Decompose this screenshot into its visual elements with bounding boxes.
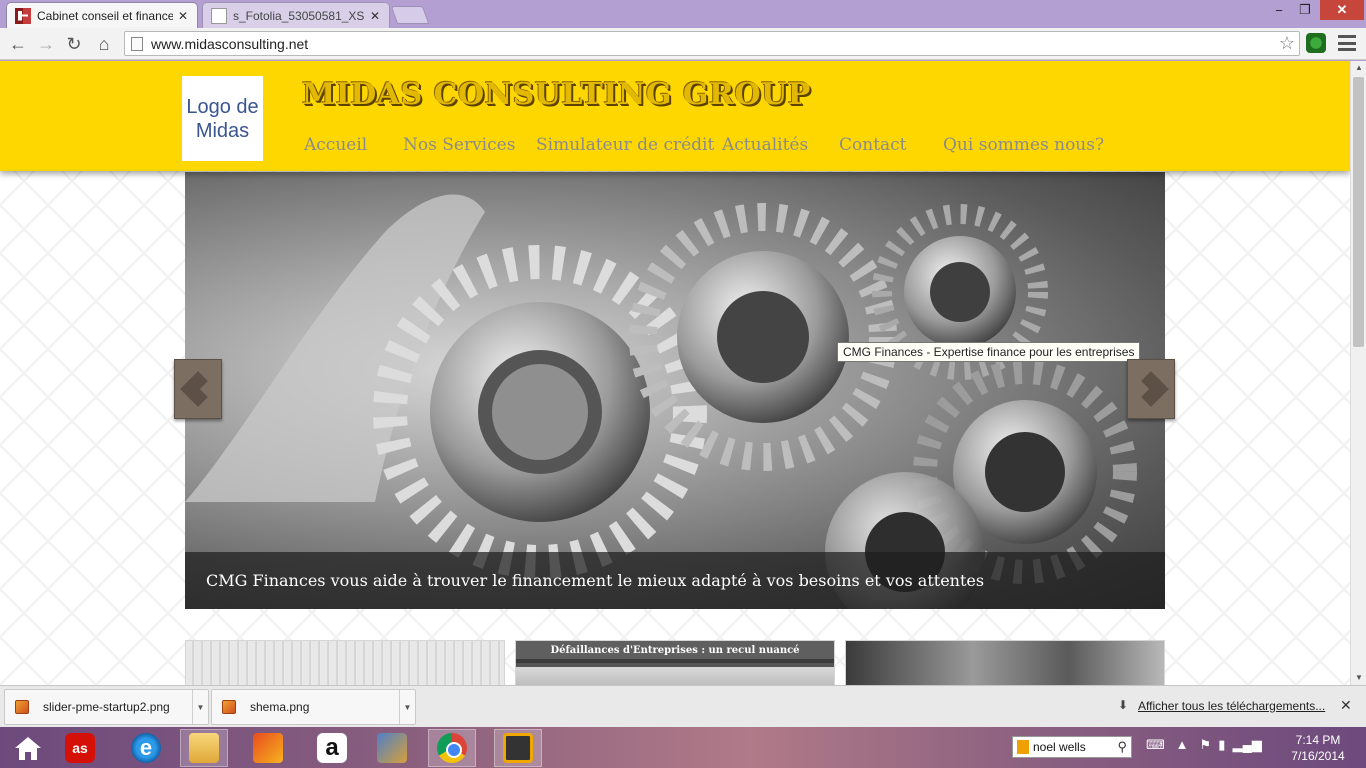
gear-inner: [492, 364, 588, 460]
flag-icon[interactable]: ⚑: [1199, 737, 1211, 752]
taskbar-clock[interactable]: 7:14 PM 7/16/2014: [1286, 732, 1350, 764]
clock-time: 7:14 PM: [1295, 733, 1341, 747]
download-menu-caret-icon[interactable]: ▼: [399, 690, 415, 724]
scroll-up-icon[interactable]: ▲: [1351, 61, 1366, 75]
new-tab-button[interactable]: [390, 6, 430, 24]
page-icon: [131, 36, 143, 51]
download-arrow-icon: ⬇: [1118, 698, 1129, 712]
gear-hole: [930, 262, 990, 322]
diamond-icon: [1136, 371, 1169, 407]
brand-title: MIDAS CONSULTING GROUP: [302, 77, 811, 112]
nav-qui-sommes-nous[interactable]: Qui sommes nous?: [943, 135, 1104, 155]
clock-date: 7/16/2014: [1291, 749, 1345, 763]
slider-caption-bar: CMG Finances vous aide à trouver le fina…: [185, 552, 1165, 609]
tab-strip: Cabinet conseil et finance ✕ s_Fotolia_5…: [0, 0, 1366, 28]
image-file-icon: [222, 700, 236, 714]
browser-menu-icon[interactable]: [1338, 35, 1356, 51]
battery-icon[interactable]: ▮: [1218, 737, 1225, 752]
news-card[interactable]: Défaillances d'Entreprises : un recul nu…: [515, 640, 835, 685]
back-arrow-icon[interactable]: ←: [6, 32, 30, 56]
page-scrollbar[interactable]: ▲ ▼: [1350, 61, 1366, 685]
extension-globe-icon[interactable]: [1306, 33, 1326, 53]
gear-hole: [717, 291, 809, 383]
scroll-down-icon[interactable]: ▼: [1351, 671, 1366, 685]
tab-close-icon[interactable]: ✕: [369, 9, 381, 23]
tab-close-icon[interactable]: ✕: [177, 9, 189, 23]
slider-caption: CMG Finances vous aide à trouver le fina…: [206, 571, 985, 590]
amazon-icon[interactable]: a: [308, 729, 356, 767]
tab-active[interactable]: Cabinet conseil et finance ✕: [6, 2, 198, 28]
download-item[interactable]: shema.png ▼: [211, 689, 416, 725]
slider-prev-button[interactable]: [174, 359, 222, 419]
start-home-icon[interactable]: [4, 729, 52, 767]
download-menu-caret-icon[interactable]: ▼: [192, 690, 208, 724]
site-favicon-icon: [15, 7, 31, 24]
site-header: Logo de Midas MIDAS CONSULTING GROUP Acc…: [0, 61, 1350, 171]
tab-title: s_Fotolia_53050581_XS.jpg: [233, 8, 365, 23]
minimize-button[interactable]: −: [1266, 0, 1292, 20]
restore-button[interactable]: ❐: [1292, 0, 1318, 20]
forward-arrow-icon[interactable]: →: [34, 32, 58, 56]
download-filename: slider-pme-startup2.png: [43, 700, 170, 714]
bing-icon: [1017, 740, 1029, 754]
nav-accueil[interactable]: Accueil: [304, 135, 367, 155]
keyboard-icon[interactable]: ⌨: [1146, 737, 1165, 752]
diamond-icon: [180, 371, 213, 407]
tray-expand-icon[interactable]: ▲: [1176, 737, 1189, 752]
home-icon[interactable]: ⌂: [92, 32, 116, 56]
page-viewport: Logo de Midas MIDAS CONSULTING GROUP Acc…: [0, 61, 1350, 685]
nav-actualites[interactable]: Actualités: [722, 135, 808, 155]
nav-services[interactable]: Nos Services: [403, 135, 515, 155]
window-close-button[interactable]: ✕: [1320, 0, 1364, 20]
nav-simulateur[interactable]: Simulateur de crédit: [536, 135, 714, 155]
tab-image[interactable]: s_Fotolia_53050581_XS.jpg ✕: [202, 2, 390, 28]
nav-contact[interactable]: Contact: [839, 135, 907, 155]
office-icon[interactable]: [244, 729, 292, 767]
news-card[interactable]: [845, 640, 1165, 685]
search-text: noel wells: [1033, 740, 1086, 754]
address-bar[interactable]: www.midasconsulting.net ☆: [124, 31, 1300, 56]
show-all-downloads-link[interactable]: Afficher tous les téléchargements...: [1138, 699, 1325, 713]
video-player-icon[interactable]: [494, 729, 542, 767]
download-filename: shema.png: [250, 700, 310, 714]
image-tooltip: CMG Finances - Expertise finance pour le…: [837, 342, 1141, 362]
lastfm-icon[interactable]: as: [56, 729, 104, 767]
bookmark-star-icon[interactable]: ☆: [1279, 33, 1295, 54]
windows-taskbar: as e a noel wells ⚲ ⌨ ▲ ⚑ ▮ ▂▄▆ 7:14 PM …: [0, 727, 1366, 768]
hero-slider[interactable]: CMG Finances vous aide à trouver le fina…: [185, 172, 1165, 609]
news-card[interactable]: [185, 640, 505, 685]
downloads-bar: slider-pme-startup2.png ▼ shema.png ▼ ⬇ …: [0, 685, 1366, 727]
gears-illustration: [185, 194, 1137, 609]
gear-hole: [985, 432, 1065, 512]
logo-line: Logo de: [186, 95, 259, 118]
browser-toolbar: ← → ↻ ⌂ www.midasconsulting.net ☆: [0, 28, 1366, 60]
system-tray[interactable]: ⌨ ▲ ⚑ ▮ ▂▄▆: [1146, 737, 1262, 753]
news-card-image: [516, 667, 834, 685]
document-icon: [211, 7, 227, 24]
slider-next-button[interactable]: [1127, 359, 1175, 419]
tab-title: Cabinet conseil et finance: [37, 8, 173, 23]
search-icon[interactable]: ⚲: [1117, 739, 1127, 755]
chrome-icon[interactable]: [428, 729, 476, 767]
internet-explorer-icon[interactable]: e: [122, 729, 170, 767]
image-file-icon: [15, 700, 29, 714]
signal-icon[interactable]: ▂▄▆: [1233, 737, 1262, 752]
reload-icon[interactable]: ↻: [62, 32, 86, 56]
download-item[interactable]: slider-pme-startup2.png ▼: [4, 689, 209, 725]
news-card-title: Défaillances d'Entreprises : un recul nu…: [516, 641, 834, 663]
url-text: www.midasconsulting.net: [151, 35, 309, 52]
bing-search-box[interactable]: noel wells ⚲: [1012, 736, 1132, 758]
tool-app-icon[interactable]: [368, 729, 416, 767]
scroll-thumb[interactable]: [1353, 77, 1364, 347]
main-nav: Accueil Nos Services Simulateur de crédi…: [0, 135, 1350, 161]
close-downloads-icon[interactable]: ✕: [1340, 697, 1352, 714]
file-explorer-icon[interactable]: [180, 729, 228, 767]
